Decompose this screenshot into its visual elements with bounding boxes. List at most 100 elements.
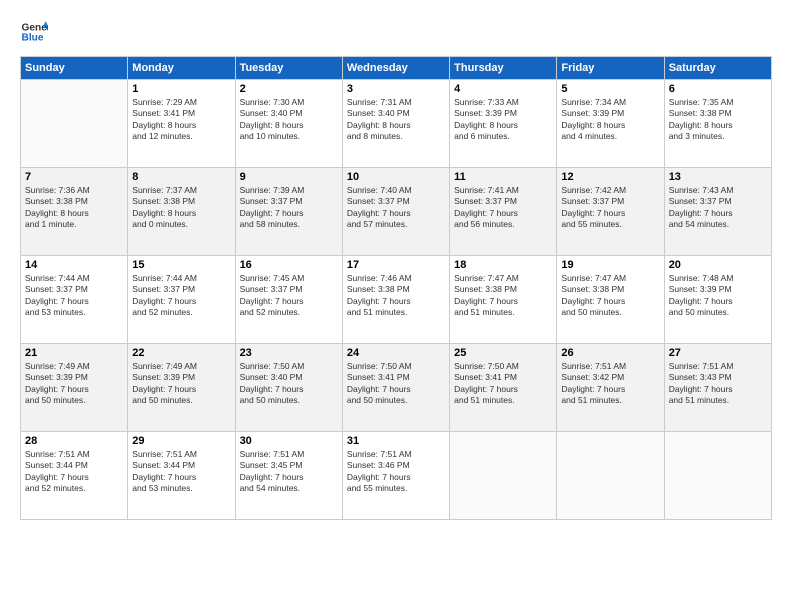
day-number: 11 — [454, 171, 552, 183]
calendar-cell: 8 Sunrise: 7:37 AM Sunset: 3:38 PM Daylig… — [128, 168, 235, 256]
calendar-cell: 26Sunrise: 7:51 AM Sunset: 3:42 PM Dayli… — [557, 344, 664, 432]
calendar-cell: 20 Sunrise: 7:48 AM Sunset: 3:39 PM Dayli… — [664, 256, 771, 344]
calendar-cell: 15Sunrise: 7:44 AM Sunset: 3:37 PM Dayli… — [128, 256, 235, 344]
day-number: 8 — [132, 171, 230, 183]
calendar-week-row: 7 Sunrise: 7:36 AM Sunset: 3:38 PM Daylig… — [21, 168, 772, 256]
page-header: General Blue — [20, 18, 772, 46]
day-number: 3 — [347, 83, 445, 95]
day-number: 2 — [240, 83, 338, 95]
day-info: Sunrise: 7:49 AM Sunset: 3:39 PM Dayligh… — [132, 361, 230, 407]
day-number: 9 — [240, 171, 338, 183]
calendar-cell: 22 Sunrise: 7:49 AM Sunset: 3:39 PM Dayli… — [128, 344, 235, 432]
calendar-cell: 4 Sunrise: 7:33 AM Sunset: 3:39 PM Daylig… — [450, 80, 557, 168]
day-number: 15 — [132, 259, 230, 271]
svg-text:Blue: Blue — [22, 33, 44, 44]
calendar-cell: 27 Sunrise: 7:51 AM Sunset: 3:43 PM Dayli… — [664, 344, 771, 432]
calendar-week-row: 28 Sunrise: 7:51 AM Sunset: 3:44 PM Dayli… — [21, 432, 772, 520]
column-header-sunday: Sunday — [21, 57, 128, 80]
day-info: Sunrise: 7:51 AM Sunset: 3:46 PM Dayligh… — [347, 449, 445, 495]
calendar-cell — [450, 432, 557, 520]
day-number: 17 — [347, 259, 445, 271]
calendar-cell: 2 Sunrise: 7:30 AM Sunset: 3:40 PM Daylig… — [235, 80, 342, 168]
day-number: 16 — [240, 259, 338, 271]
day-number: 26 — [561, 347, 659, 359]
calendar-cell: 19 Sunrise: 7:47 AM Sunset: 3:38 PM Dayli… — [557, 256, 664, 344]
calendar-cell — [21, 80, 128, 168]
day-info: Sunrise: 7:48 AM Sunset: 3:39 PM Dayligh… — [669, 273, 767, 319]
calendar-cell: 18 Sunrise: 7:47 AM Sunset: 3:38 PM Dayli… — [450, 256, 557, 344]
day-number: 4 — [454, 83, 552, 95]
day-info: Sunrise: 7:41 AM Sunset: 3:37 PM Dayligh… — [454, 185, 552, 231]
day-number: 13 — [669, 171, 767, 183]
day-info: Sunrise: 7:44 AM Sunset: 3:37 PM Dayligh… — [25, 273, 123, 319]
calendar-cell — [664, 432, 771, 520]
calendar-cell: 1 Sunrise: 7:29 AM Sunset: 3:41 PM Daylig… — [128, 80, 235, 168]
calendar-cell: 31Sunrise: 7:51 AM Sunset: 3:46 PM Dayli… — [342, 432, 449, 520]
calendar-cell: 28Sunrise: 7:51 AM Sunset: 3:44 PM Dayli… — [21, 432, 128, 520]
calendar-cell: 7 Sunrise: 7:36 AM Sunset: 3:38 PM Daylig… — [21, 168, 128, 256]
day-info: Sunrise: 7:50 AM Sunset: 3:41 PM Dayligh… — [454, 361, 552, 407]
calendar-cell: 9 Sunrise: 7:39 AM Sunset: 3:37 PM Daylig… — [235, 168, 342, 256]
day-info: Sunrise: 7:33 AM Sunset: 3:39 PM Dayligh… — [454, 97, 552, 143]
column-header-tuesday: Tuesday — [235, 57, 342, 80]
day-info: Sunrise: 7:34 AM Sunset: 3:39 PM Dayligh… — [561, 97, 659, 143]
day-number: 20 — [669, 259, 767, 271]
day-info: Sunrise: 7:46 AM Sunset: 3:38 PM Dayligh… — [347, 273, 445, 319]
column-header-monday: Monday — [128, 57, 235, 80]
calendar-cell: 12 Sunrise: 7:42 AM Sunset: 3:37 PM Dayli… — [557, 168, 664, 256]
calendar-week-row: 1 Sunrise: 7:29 AM Sunset: 3:41 PM Daylig… — [21, 80, 772, 168]
day-number: 27 — [669, 347, 767, 359]
calendar-cell: 25 Sunrise: 7:50 AM Sunset: 3:41 PM Dayli… — [450, 344, 557, 432]
day-number: 10 — [347, 171, 445, 183]
day-number: 12 — [561, 171, 659, 183]
calendar-cell: 3Sunrise: 7:31 AM Sunset: 3:40 PM Daylig… — [342, 80, 449, 168]
day-number: 1 — [132, 83, 230, 95]
day-number: 29 — [132, 435, 230, 447]
calendar-cell: 30 Sunrise: 7:51 AM Sunset: 3:45 PM Dayli… — [235, 432, 342, 520]
calendar-cell: 16 Sunrise: 7:45 AM Sunset: 3:37 PM Dayli… — [235, 256, 342, 344]
day-info: Sunrise: 7:47 AM Sunset: 3:38 PM Dayligh… — [454, 273, 552, 319]
calendar-cell — [557, 432, 664, 520]
day-info: Sunrise: 7:47 AM Sunset: 3:38 PM Dayligh… — [561, 273, 659, 319]
day-info: Sunrise: 7:43 AM Sunset: 3:37 PM Dayligh… — [669, 185, 767, 231]
day-info: Sunrise: 7:30 AM Sunset: 3:40 PM Dayligh… — [240, 97, 338, 143]
calendar-table: SundayMondayTuesdayWednesdayThursdayFrid… — [20, 56, 772, 520]
day-number: 21 — [25, 347, 123, 359]
calendar-cell: 10 Sunrise: 7:40 AM Sunset: 3:37 PM Dayli… — [342, 168, 449, 256]
day-number: 6 — [669, 83, 767, 95]
day-info: Sunrise: 7:49 AM Sunset: 3:39 PM Dayligh… — [25, 361, 123, 407]
day-info: Sunrise: 7:42 AM Sunset: 3:37 PM Dayligh… — [561, 185, 659, 231]
day-info: Sunrise: 7:37 AM Sunset: 3:38 PM Dayligh… — [132, 185, 230, 231]
calendar-header-row: SundayMondayTuesdayWednesdayThursdayFrid… — [21, 57, 772, 80]
day-info: Sunrise: 7:36 AM Sunset: 3:38 PM Dayligh… — [25, 185, 123, 231]
day-number: 25 — [454, 347, 552, 359]
column-header-thursday: Thursday — [450, 57, 557, 80]
day-info: Sunrise: 7:40 AM Sunset: 3:37 PM Dayligh… — [347, 185, 445, 231]
day-number: 28 — [25, 435, 123, 447]
day-info: Sunrise: 7:29 AM Sunset: 3:41 PM Dayligh… — [132, 97, 230, 143]
day-info: Sunrise: 7:39 AM Sunset: 3:37 PM Dayligh… — [240, 185, 338, 231]
calendar-week-row: 21 Sunrise: 7:49 AM Sunset: 3:39 PM Dayli… — [21, 344, 772, 432]
day-number: 23 — [240, 347, 338, 359]
day-number: 24 — [347, 347, 445, 359]
day-info: Sunrise: 7:51 AM Sunset: 3:45 PM Dayligh… — [240, 449, 338, 495]
logo-icon: General Blue — [20, 18, 48, 46]
day-number: 22 — [132, 347, 230, 359]
day-number: 14 — [25, 259, 123, 271]
day-info: Sunrise: 7:51 AM Sunset: 3:44 PM Dayligh… — [132, 449, 230, 495]
calendar-cell: 23 Sunrise: 7:50 AM Sunset: 3:40 PM Dayli… — [235, 344, 342, 432]
day-number: 18 — [454, 259, 552, 271]
day-number: 7 — [25, 171, 123, 183]
day-info: Sunrise: 7:45 AM Sunset: 3:37 PM Dayligh… — [240, 273, 338, 319]
day-number: 19 — [561, 259, 659, 271]
column-header-wednesday: Wednesday — [342, 57, 449, 80]
day-info: Sunrise: 7:50 AM Sunset: 3:41 PM Dayligh… — [347, 361, 445, 407]
day-info: Sunrise: 7:50 AM Sunset: 3:40 PM Dayligh… — [240, 361, 338, 407]
logo: General Blue — [20, 18, 48, 46]
calendar-cell: 24 Sunrise: 7:50 AM Sunset: 3:41 PM Dayli… — [342, 344, 449, 432]
day-info: Sunrise: 7:35 AM Sunset: 3:38 PM Dayligh… — [669, 97, 767, 143]
day-number: 30 — [240, 435, 338, 447]
column-header-saturday: Saturday — [664, 57, 771, 80]
day-info: Sunrise: 7:51 AM Sunset: 3:43 PM Dayligh… — [669, 361, 767, 407]
day-number: 5 — [561, 83, 659, 95]
